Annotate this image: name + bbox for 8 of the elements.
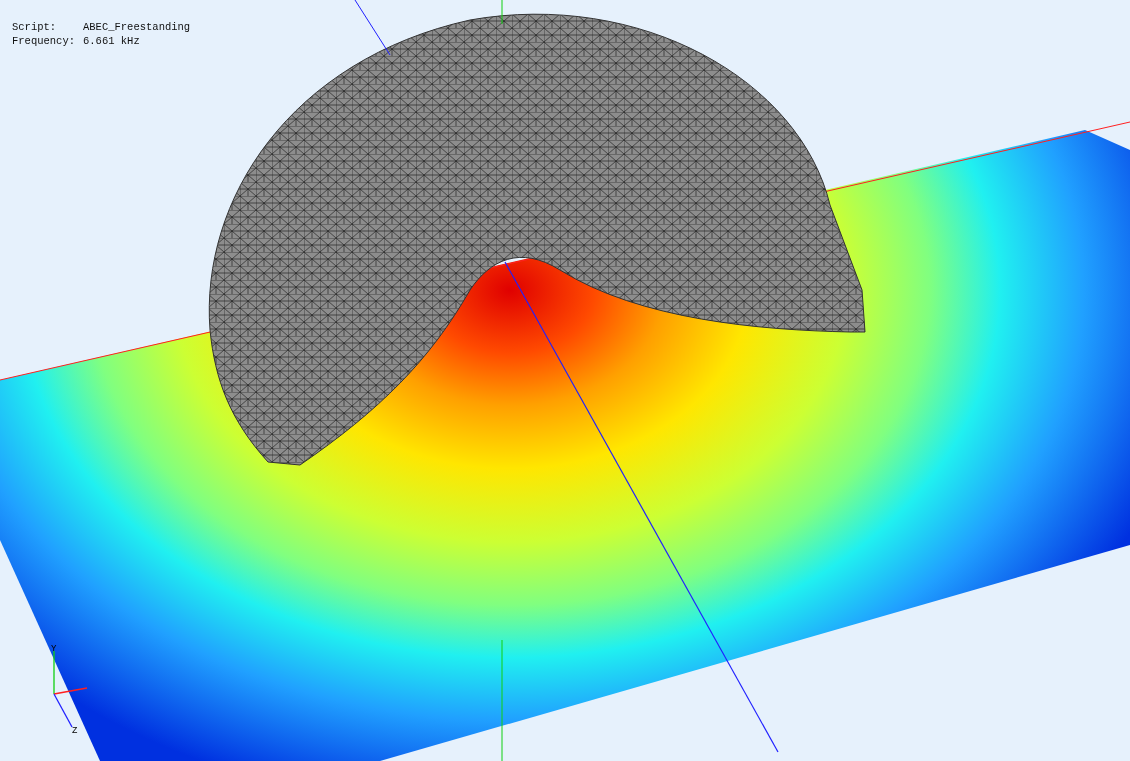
info-label: Frequency: <box>12 35 75 48</box>
info-value: ABEC_Freestanding <box>83 21 191 34</box>
axis-line <box>354 0 391 56</box>
axis-label: Y <box>51 644 57 654</box>
axis-line <box>501 0 503 25</box>
axis-label: Z <box>72 726 78 736</box>
info-value: 6.661 kHz <box>83 35 141 48</box>
info-label: Script: <box>12 21 58 34</box>
